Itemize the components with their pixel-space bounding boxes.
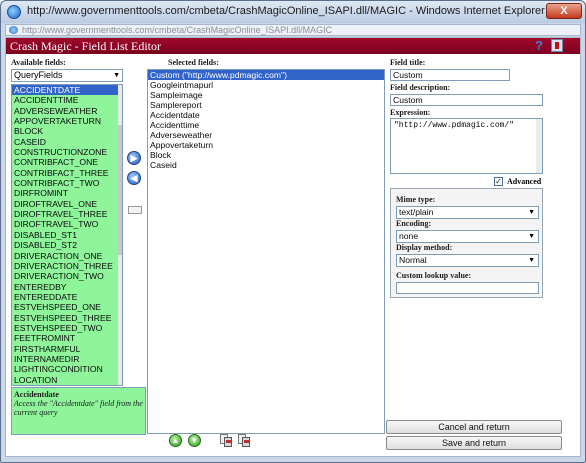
selected-fields-list[interactable]: Custom ("http://www.pdmagic.com") Googlei… [147, 69, 385, 434]
list-item[interactable]: CONTRIBFACT_TWO [12, 178, 122, 188]
available-fields-list[interactable]: ACCIDENTDATE ACCIDENTTIME ADVERSEWEATHER AP… [11, 84, 123, 386]
field-description-input[interactable]: Custom [390, 94, 543, 106]
field-description-title: Accidentdate [14, 390, 59, 399]
display-method-select[interactable]: Normal ▼ [396, 254, 539, 267]
mime-type-value: text/plain [399, 207, 434, 217]
list-item[interactable]: BLOCK [12, 126, 122, 136]
small-square-button[interactable] [128, 206, 142, 214]
list-item[interactable]: Custom ("http://www.pdmagic.com") [148, 70, 384, 80]
list-item[interactable]: CONTRIBFACT_THREE [12, 168, 122, 178]
browser-window: http://www.governmenttools.com/cmbeta/Cr… [0, 0, 586, 463]
list-item[interactable]: DIRFROMINT [12, 188, 122, 198]
list-item[interactable]: DIROFTRAVEL_THREE [12, 209, 122, 219]
display-method-value: Normal [399, 255, 427, 265]
list-item[interactable]: INTERNAMEDIR [12, 354, 122, 364]
list-item[interactable]: APPOVERTAKETURN [12, 116, 122, 126]
expression-label: Expression: [390, 108, 431, 117]
encoding-select[interactable]: none ▼ [396, 230, 539, 243]
field-description-label: Field description: [390, 83, 451, 92]
list-item[interactable]: MASTERID [12, 385, 122, 386]
list-item[interactable]: DISABLED_ST2 [12, 240, 122, 250]
page-title: Crash Magic - Field List Editor [10, 39, 161, 53]
field-title-input[interactable]: Custom [390, 69, 510, 81]
expression-textarea[interactable]: "http://www.pdmagic.com/" [390, 118, 543, 174]
list-item[interactable]: FIRSTHARMFUL [12, 344, 122, 354]
list-item[interactable]: ACCIDENTTIME [12, 95, 122, 105]
chevron-down-icon: ▼ [113, 72, 120, 79]
display-method-label: Display method: [396, 243, 453, 252]
field-description-box: Accidentdate Access the "Accidentdate" f… [11, 387, 146, 435]
scroll-thumb[interactable] [118, 125, 122, 255]
page-icon [9, 26, 18, 34]
move-up-button[interactable]: ▲ [169, 434, 182, 447]
chevron-down-icon: ▼ [528, 233, 535, 240]
mime-type-select[interactable]: text/plain ▼ [396, 206, 539, 219]
chevron-down-icon: ▼ [528, 257, 535, 264]
internet-explorer-icon [7, 5, 21, 19]
list-item[interactable]: Sampleimage [148, 90, 384, 100]
list-item[interactable]: Adverseweather [148, 130, 384, 140]
list-item[interactable]: Caseid [148, 160, 384, 170]
expression-value: "http://www.pdmagic.com/" [394, 121, 515, 130]
list-item[interactable]: DRIVERACTION_TWO [12, 271, 122, 281]
address-text: http://www.governmenttools.com/cmbeta/Cr… [22, 25, 333, 35]
list-item[interactable]: ESTVEHSPEED_ONE [12, 302, 122, 312]
window-title: http://www.governmenttools.com/cmbeta/Cr… [27, 5, 545, 17]
list-item[interactable]: Block [148, 150, 384, 160]
list-item[interactable]: ESTVEHSPEED_TWO [12, 323, 122, 333]
paste-icon[interactable] [238, 434, 251, 447]
copy-icon[interactable] [220, 434, 233, 447]
list-item[interactable]: CONTRIBFACT_ONE [12, 157, 122, 167]
list-item[interactable]: ENTEREDBY [12, 282, 122, 292]
list-item[interactable]: LIGHTINGCONDITION [12, 364, 122, 374]
list-item[interactable]: LOCATION [12, 375, 122, 385]
custom-lookup-label: Custom lookup value: [396, 271, 472, 280]
field-description-text: Access the "Accidentdate" field from the… [14, 399, 143, 417]
list-item[interactable]: DIROFTRAVEL_ONE [12, 199, 122, 209]
move-down-button[interactable]: ▼ [188, 434, 201, 447]
chevron-down-icon: ▼ [528, 209, 535, 216]
add-field-button[interactable]: ▶ [127, 151, 141, 165]
save-button[interactable]: Save and return [386, 436, 562, 450]
available-fields-label: Available fields: [11, 58, 66, 67]
list-item[interactable]: DRIVERACTION_ONE [12, 251, 122, 261]
list-item[interactable]: CONSTRUCTIONZONE [12, 147, 122, 157]
encoding-label: Encoding: [396, 219, 432, 228]
close-button[interactable]: X [546, 3, 582, 19]
list-item[interactable]: FEETFROMINT [12, 333, 122, 343]
help-icon[interactable]: ? [535, 39, 548, 52]
list-item[interactable]: DISABLED_ST1 [12, 230, 122, 240]
encoding-value: none [399, 231, 419, 241]
list-item[interactable]: CASEID [12, 137, 122, 147]
title-bar: http://www.governmenttools.com/cmbeta/Cr… [1, 1, 585, 23]
advanced-label: Advanced [507, 177, 542, 186]
field-title-label: Field title: [390, 58, 426, 67]
list-item[interactable]: Accidentdate [148, 110, 384, 120]
available-list-scrollbar[interactable] [118, 85, 122, 385]
list-item[interactable]: ADVERSEWEATHER [12, 106, 122, 116]
app-header: Crash Magic - Field List Editor ? [6, 38, 580, 54]
page-content: Crash Magic - Field List Editor ? Availa… [5, 37, 581, 457]
expression-scrollbar[interactable] [536, 119, 542, 173]
list-item[interactable]: ACCIDENTDATE [12, 85, 122, 96]
address-bar[interactable]: http://www.governmenttools.com/cmbeta/Cr… [5, 24, 581, 36]
list-item[interactable]: Appovertaketurn [148, 140, 384, 150]
advanced-panel: Mime type: text/plain ▼ Encoding: none ▼… [390, 188, 543, 298]
list-item[interactable]: ENTEREDDATE [12, 292, 122, 302]
mime-type-label: Mime type: [396, 195, 436, 204]
custom-lookup-input[interactable] [396, 282, 539, 294]
field-source-select[interactable]: QueryFields ▼ [11, 69, 123, 82]
selected-fields-label: Selected fields: [168, 58, 219, 67]
advanced-checkbox[interactable]: ✓ [494, 177, 503, 186]
list-item[interactable]: Accidenttime [148, 120, 384, 130]
exit-icon[interactable] [551, 39, 563, 52]
cancel-button[interactable]: Cancel and return [386, 420, 562, 434]
list-item[interactable]: DIROFTRAVEL_TWO [12, 219, 122, 229]
list-item[interactable]: Samplereport [148, 100, 384, 110]
field-source-value: QueryFields [14, 70, 63, 80]
remove-field-button[interactable]: ◀ [127, 171, 141, 185]
list-item[interactable]: Googleintmapurl [148, 80, 384, 90]
list-item[interactable]: ESTVEHSPEED_THREE [12, 313, 122, 323]
list-item[interactable]: DRIVERACTION_THREE [12, 261, 122, 271]
